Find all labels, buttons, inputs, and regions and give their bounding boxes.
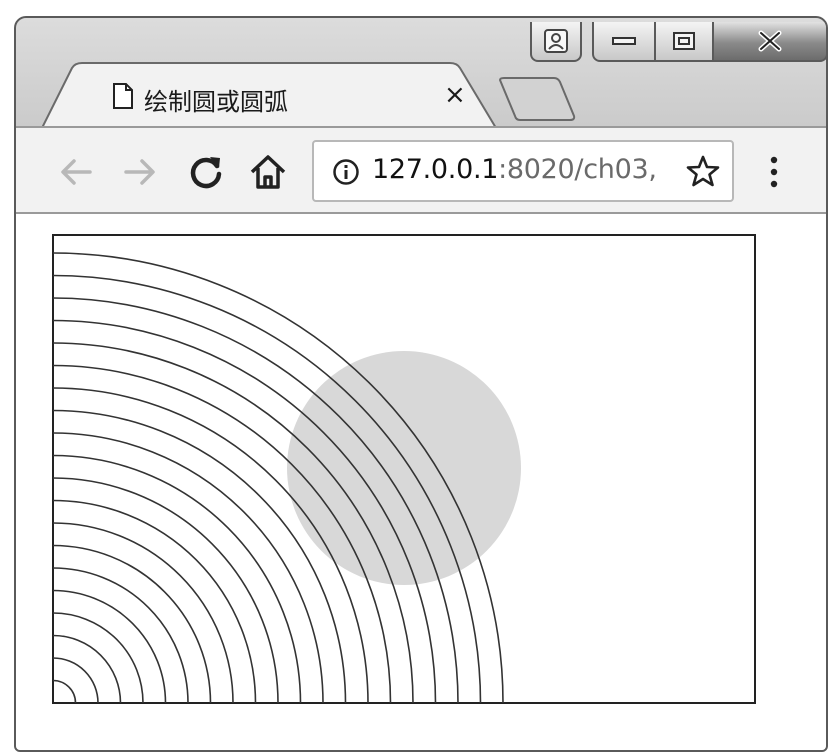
drawing-canvas[interactable]	[52, 234, 756, 704]
url-host: 127.0.0.1	[372, 154, 499, 185]
info-icon[interactable]	[332, 158, 360, 186]
maximize-button[interactable]	[656, 22, 714, 62]
browser-window: 绘制圆或圆弧 × 127.0.0.1:8020/ch03,	[14, 16, 828, 752]
close-icon	[758, 30, 782, 52]
tab-close-button[interactable]: ×	[444, 80, 466, 110]
tab-active[interactable]: 绘制圆或圆弧 ×	[42, 62, 498, 128]
tab-title: 绘制圆或圆弧	[144, 88, 288, 116]
maximize-icon	[673, 32, 695, 50]
back-icon[interactable]	[56, 152, 96, 192]
url-text[interactable]: 127.0.0.1:8020/ch03,	[372, 154, 657, 185]
home-icon[interactable]	[248, 152, 288, 192]
url-path: :8020/ch03,	[498, 154, 657, 185]
document-icon	[113, 83, 133, 109]
forward-icon[interactable]	[120, 152, 160, 192]
minimize-button[interactable]	[592, 22, 656, 62]
page-content	[16, 214, 826, 750]
address-bar[interactable]: 127.0.0.1:8020/ch03,	[312, 140, 734, 202]
minimize-icon	[612, 37, 636, 45]
close-window-button[interactable]	[714, 22, 826, 62]
star-icon[interactable]	[686, 154, 720, 188]
browser-toolbar: 127.0.0.1:8020/ch03,	[16, 126, 826, 214]
user-icon	[544, 29, 568, 53]
user-button[interactable]	[530, 22, 582, 62]
vertical-dots-icon[interactable]	[764, 152, 784, 192]
window-controls	[530, 22, 826, 62]
new-tab-button[interactable]	[498, 76, 578, 122]
reload-icon[interactable]	[186, 152, 226, 192]
